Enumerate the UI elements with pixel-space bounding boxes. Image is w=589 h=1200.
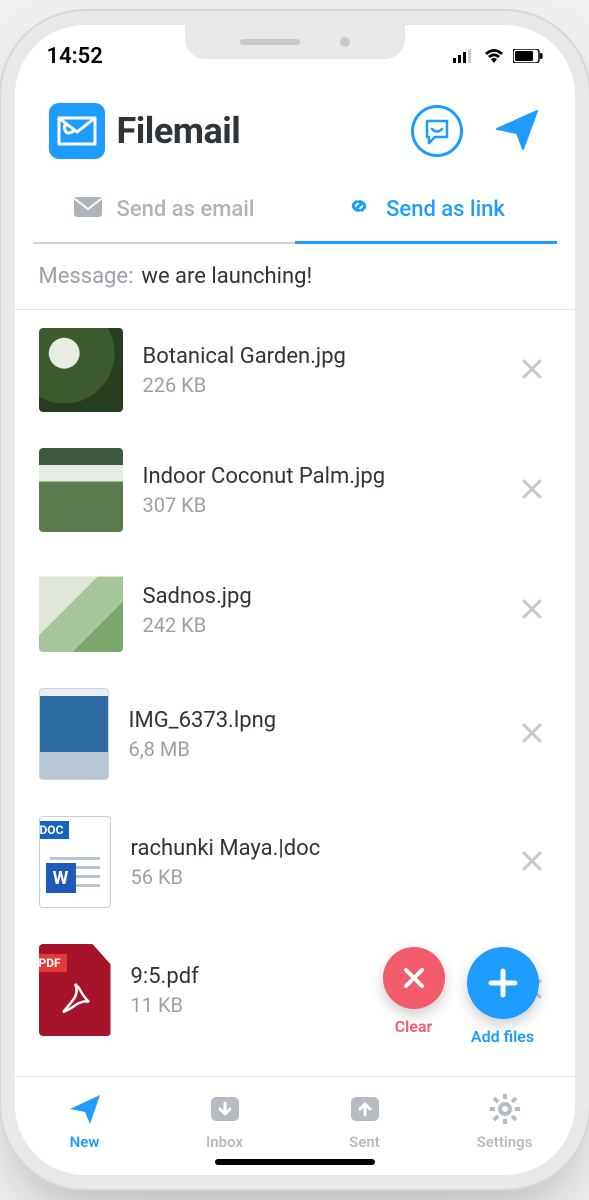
close-icon [401, 965, 427, 991]
paper-plane-icon [493, 105, 541, 153]
battery-icon [513, 44, 543, 69]
file-size: 226 KB [143, 373, 493, 397]
close-icon [521, 850, 543, 872]
nav-label: Inbox [206, 1133, 243, 1151]
acrobat-icon [55, 980, 95, 1028]
inbox-icon [207, 1091, 243, 1127]
remove-file-button[interactable] [513, 465, 551, 516]
remove-file-button[interactable] [513, 345, 551, 396]
remove-file-button[interactable] [513, 709, 551, 760]
envelope-icon [73, 196, 103, 224]
file-size: 242 KB [143, 613, 493, 637]
signal-icon [453, 44, 475, 69]
file-row: Sadnos.jpg 242 KB [15, 550, 575, 670]
send-button[interactable] [493, 105, 541, 157]
app-logo[interactable]: Filemail [49, 103, 241, 159]
add-files-button[interactable] [467, 947, 539, 1019]
file-name: Sadnos.jpg [143, 584, 493, 609]
file-name: IMG_6373.lpng [129, 708, 493, 733]
clear-label: Clear [395, 1017, 433, 1036]
nav-new[interactable]: New [15, 1091, 155, 1151]
file-size: 6,8 MB [129, 737, 493, 761]
message-label: Message: [39, 264, 134, 289]
nav-sent[interactable]: Sent [295, 1091, 435, 1151]
file-thumbnail[interactable] [39, 688, 109, 780]
tab-label: Send as email [117, 197, 255, 222]
nav-inbox[interactable]: Inbox [155, 1091, 295, 1151]
gear-icon [487, 1091, 523, 1127]
support-button[interactable] [411, 105, 463, 157]
file-name: Botanical Garden.jpg [143, 344, 493, 369]
file-size: 56 KB [131, 865, 493, 889]
nav-label: Settings [477, 1133, 533, 1151]
nav-settings[interactable]: Settings [435, 1091, 575, 1151]
file-thumbnail[interactable] [39, 568, 123, 652]
add-files-label: Add files [471, 1027, 534, 1046]
file-size: 307 KB [143, 493, 493, 517]
phone-notch [185, 25, 405, 59]
remove-file-button[interactable] [513, 585, 551, 636]
file-row: Botanical Garden.jpg 226 KB [15, 310, 575, 430]
phone-frame: 14:52 Filemail [15, 25, 575, 1175]
wifi-icon [483, 44, 505, 69]
file-row: DOC W rachunki Maya.|doc 56 KB [15, 798, 575, 926]
tab-send-as-email[interactable]: Send as email [33, 179, 295, 244]
file-thumbnail[interactable]: DOC W [39, 816, 111, 908]
close-icon [521, 598, 543, 620]
close-icon [521, 358, 543, 380]
link-icon [346, 193, 372, 225]
message-text: we are launching! [141, 264, 312, 289]
sent-icon [347, 1091, 383, 1127]
clear-button[interactable] [383, 947, 445, 1009]
paper-plane-icon [67, 1091, 103, 1127]
app-header: Filemail [15, 77, 575, 179]
file-name: rachunki Maya.|doc [131, 836, 493, 861]
close-icon [521, 722, 543, 744]
app-name: Filemail [117, 110, 241, 152]
filemail-logo-icon [49, 103, 105, 159]
home-indicator[interactable] [215, 1159, 375, 1165]
message-field[interactable]: Message: we are launching! [15, 244, 575, 310]
tab-send-as-link[interactable]: Send as link [295, 179, 557, 244]
doc-badge: DOC [39, 821, 70, 839]
status-time: 14:52 [47, 44, 103, 69]
nav-label: New [70, 1133, 100, 1151]
file-row: IMG_6373.lpng 6,8 MB [15, 670, 575, 798]
file-thumbnail[interactable]: PDF [39, 944, 111, 1036]
file-thumbnail[interactable] [39, 328, 123, 412]
file-row: Indoor Coconut Palm.jpg 307 KB [15, 430, 575, 550]
word-icon: W [46, 863, 76, 893]
smile-chat-icon [423, 117, 451, 145]
plus-icon [486, 966, 520, 1000]
file-thumbnail[interactable] [39, 448, 123, 532]
send-mode-tabs: Send as email Send as link [15, 179, 575, 244]
remove-file-button[interactable] [513, 837, 551, 888]
tab-label: Send as link [386, 197, 505, 222]
nav-label: Sent [349, 1133, 380, 1151]
close-icon [521, 478, 543, 500]
pdf-badge: PDF [39, 954, 67, 972]
file-name: Indoor Coconut Palm.jpg [143, 464, 493, 489]
